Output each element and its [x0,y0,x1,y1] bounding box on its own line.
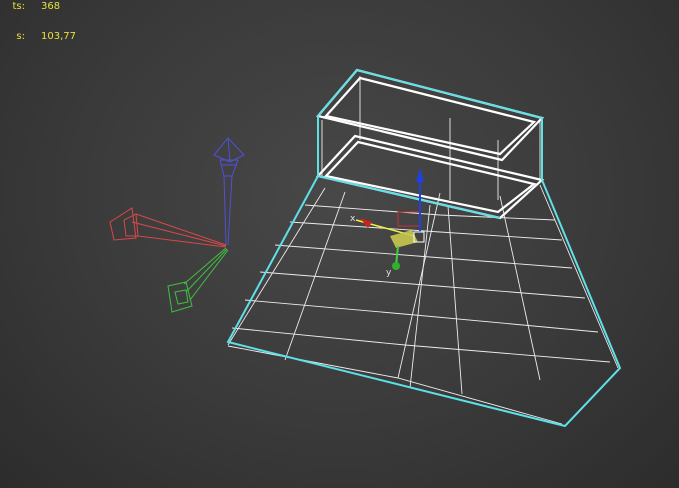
light-helper-object[interactable] [109,137,245,313]
hood-collar-rings [315,68,545,220]
selection-outline [226,68,622,428]
gizmo-x-label: x [350,214,356,224]
gizmo-y-label: y [386,268,392,278]
gizmo-xz-plane[interactable] [397,211,421,227]
viewport-canvas[interactable]: x y [0,0,679,488]
helper-y-arrow [167,247,229,313]
helper-z-arrow [213,137,245,246]
helper-x-arrow [109,207,227,248]
gizmo-y-arrowhead [392,262,400,270]
gizmo-z-arrowhead [416,168,424,182]
selected-hood-object[interactable] [226,68,622,428]
move-gizmo[interactable]: x y [350,168,425,278]
hood-wireframe [227,76,619,425]
